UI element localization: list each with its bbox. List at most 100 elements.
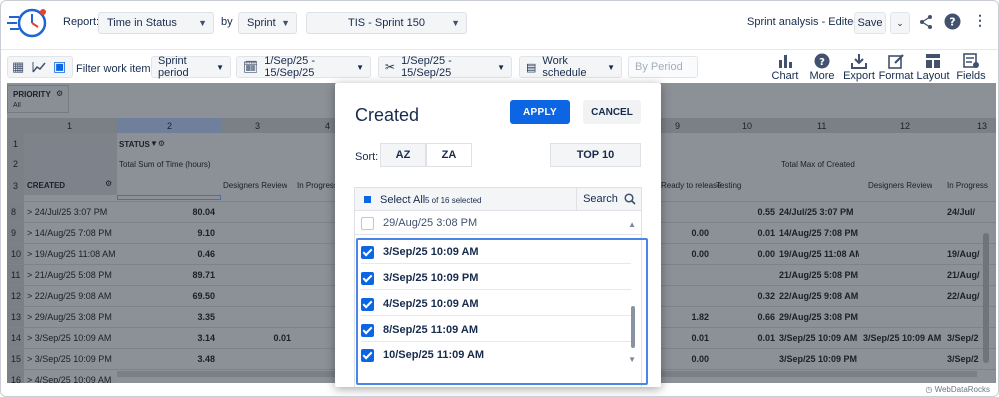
- export-icon: [851, 54, 867, 69]
- grid-view-icon[interactable]: ▦: [12, 59, 24, 75]
- chevron-down-icon: ▼: [497, 62, 505, 72]
- sort-za-button[interactable]: ZA: [426, 143, 472, 167]
- priority-label: PRIORITY: [13, 90, 51, 99]
- table-cell: 0.01: [273, 333, 291, 343]
- sub-header: In Progress: [297, 181, 338, 190]
- created-label: CREATED: [27, 181, 66, 190]
- date-range-2-value: 1/Sep/25 - 15/Sep/25: [401, 55, 452, 79]
- filter-label: Filter work items:: [76, 63, 160, 75]
- col-number: 3: [255, 121, 261, 131]
- row-label: > 3/Sep/25 10:09 AM: [27, 333, 112, 343]
- work-schedule-select[interactable]: ▤ Work schedule ▼: [519, 55, 622, 79]
- top10-button[interactable]: TOP 10: [550, 143, 641, 167]
- gear-icon[interactable]: ⚙: [56, 89, 63, 98]
- row-number: 15: [11, 354, 22, 364]
- sort-label: Sort:: [355, 151, 379, 163]
- search-label: Search: [583, 193, 618, 205]
- row-number: 9: [11, 228, 17, 238]
- row-number: 3: [13, 181, 19, 191]
- table-cell: 0.46: [197, 249, 215, 259]
- table-cell: 69.50: [192, 291, 215, 301]
- table-cell: 22/Aug/25 9:08 AM: [779, 291, 859, 301]
- report-select[interactable]: Time in Status ▼: [98, 12, 214, 34]
- status-label: STATUS: [119, 140, 150, 149]
- table-cell: 0.00: [757, 249, 775, 259]
- fields-icon: [963, 53, 979, 68]
- app-frame: Report: Time in Status ▼ by Sprint ▼ TIS -…: [0, 0, 999, 397]
- chevron-down-icon: ▼: [198, 18, 207, 28]
- col-number: 1: [67, 121, 73, 131]
- measure-1-label: Total Sum of Time (hours): [119, 160, 211, 169]
- table-cell: 0.01: [757, 333, 775, 343]
- table-cell: 0.55: [757, 207, 775, 217]
- table-cell: 0.01: [757, 228, 775, 238]
- col-number: 4: [325, 121, 331, 131]
- row-label: > 24/Jul/25 3:07 PM: [27, 207, 108, 217]
- by-period-select: By Period: [628, 56, 698, 78]
- period-select-value: Sprint period: [158, 55, 189, 79]
- table-cell: 14/Aug/25 7:08 PM: [779, 228, 859, 238]
- cancel-button[interactable]: CANCEL: [583, 100, 641, 124]
- table-cell: 24/Jul/: [947, 207, 976, 217]
- bar-chart-icon: [779, 55, 792, 68]
- by-select[interactable]: Sprint ▼: [238, 12, 297, 34]
- table-cell: 29/Aug/25 3:08 PM: [779, 312, 859, 322]
- date-range-2[interactable]: ✂ 1/Sep/25 - 15/Sep/25 ▼: [378, 55, 512, 79]
- save-button[interactable]: Save: [854, 12, 886, 34]
- format-tool[interactable]: Format: [878, 53, 914, 82]
- sprint-select[interactable]: TIS - Sprint 150 ▼: [306, 12, 467, 34]
- filter-icon[interactable]: ▼⚙: [150, 139, 165, 148]
- table-cell: 0.00: [691, 249, 709, 259]
- table-cell: 3.48: [197, 354, 215, 364]
- table-cell: 0.01: [691, 333, 709, 343]
- indeterminate-checkbox[interactable]: [364, 196, 371, 203]
- share-icon[interactable]: [918, 14, 934, 30]
- export-tool[interactable]: Export: [841, 53, 877, 82]
- calendar-icon: 🗓: [243, 60, 259, 74]
- period-select[interactable]: Sprint period ▼: [151, 55, 231, 79]
- chevron-down-icon: ▼: [281, 18, 290, 28]
- table-cell: 21/Aug/25 5:08 PM: [779, 270, 859, 280]
- fields-tool[interactable]: Fields: [953, 53, 989, 82]
- gear-icon[interactable]: ⚙: [105, 179, 112, 188]
- watermark-icon: ◷: [925, 385, 935, 394]
- search-button[interactable]: Search: [576, 188, 642, 210]
- vertical-scrollbar[interactable]: [983, 233, 989, 363]
- pivot-view-icon[interactable]: ▣: [53, 58, 66, 75]
- sort-az-button[interactable]: AZ: [380, 143, 426, 167]
- apply-button[interactable]: APPLY: [510, 100, 570, 124]
- list-item[interactable]: 29/Aug/25 3:08 PM: [361, 212, 477, 234]
- table-cell: 9.10: [197, 228, 215, 238]
- sub-header: Designers Review: [868, 181, 933, 190]
- save-dropdown-button[interactable]: ⌄: [890, 12, 910, 34]
- row-number: 1: [13, 139, 19, 149]
- table-cell: 3/Sep/25 10:09 PM: [779, 354, 858, 364]
- table-cell: 0.32: [757, 291, 775, 301]
- priority-filter[interactable]: PRIORITY ⚙ All: [7, 85, 69, 113]
- chart-view-icon[interactable]: [32, 61, 46, 73]
- select-all-label[interactable]: Select All: [380, 194, 425, 206]
- layout-icon: [926, 54, 940, 68]
- layout-tool[interactable]: Layout: [915, 53, 951, 82]
- date-range-1-value: 1/Sep/25 - 15/Sep/25: [264, 55, 315, 79]
- help-icon[interactable]: ?: [944, 13, 961, 30]
- info-icon: ?: [814, 53, 830, 69]
- report-label: Report:: [63, 16, 100, 28]
- selected-cell: [117, 195, 221, 200]
- row-label: > 14/Aug/25 7:08 PM: [27, 228, 112, 238]
- row-label: > 19/Aug/25 11:08 AM: [27, 249, 116, 259]
- scroll-up-icon[interactable]: ▲: [628, 220, 636, 229]
- sub-header: Designers Review: [223, 181, 288, 190]
- row-number: 10: [11, 249, 22, 259]
- chart-tool[interactable]: Chart: [767, 53, 803, 82]
- report-select-value: Time in Status: [107, 17, 177, 29]
- list-item-label: 29/Aug/25 3:08 PM: [383, 217, 478, 229]
- fields-tool-label: Fields: [956, 70, 986, 82]
- chevron-down-icon: ▼: [356, 62, 364, 72]
- date-range-1[interactable]: 🗓 1/Sep/25 - 15/Sep/25 ▼: [236, 55, 371, 79]
- row-number: 13: [11, 312, 22, 322]
- more-menu-icon[interactable]: ⋮: [973, 12, 987, 29]
- row-label: > 21/Aug/25 5:08 PM: [27, 270, 112, 280]
- dialog-title: Created: [355, 105, 420, 125]
- checkbox[interactable]: [361, 216, 374, 230]
